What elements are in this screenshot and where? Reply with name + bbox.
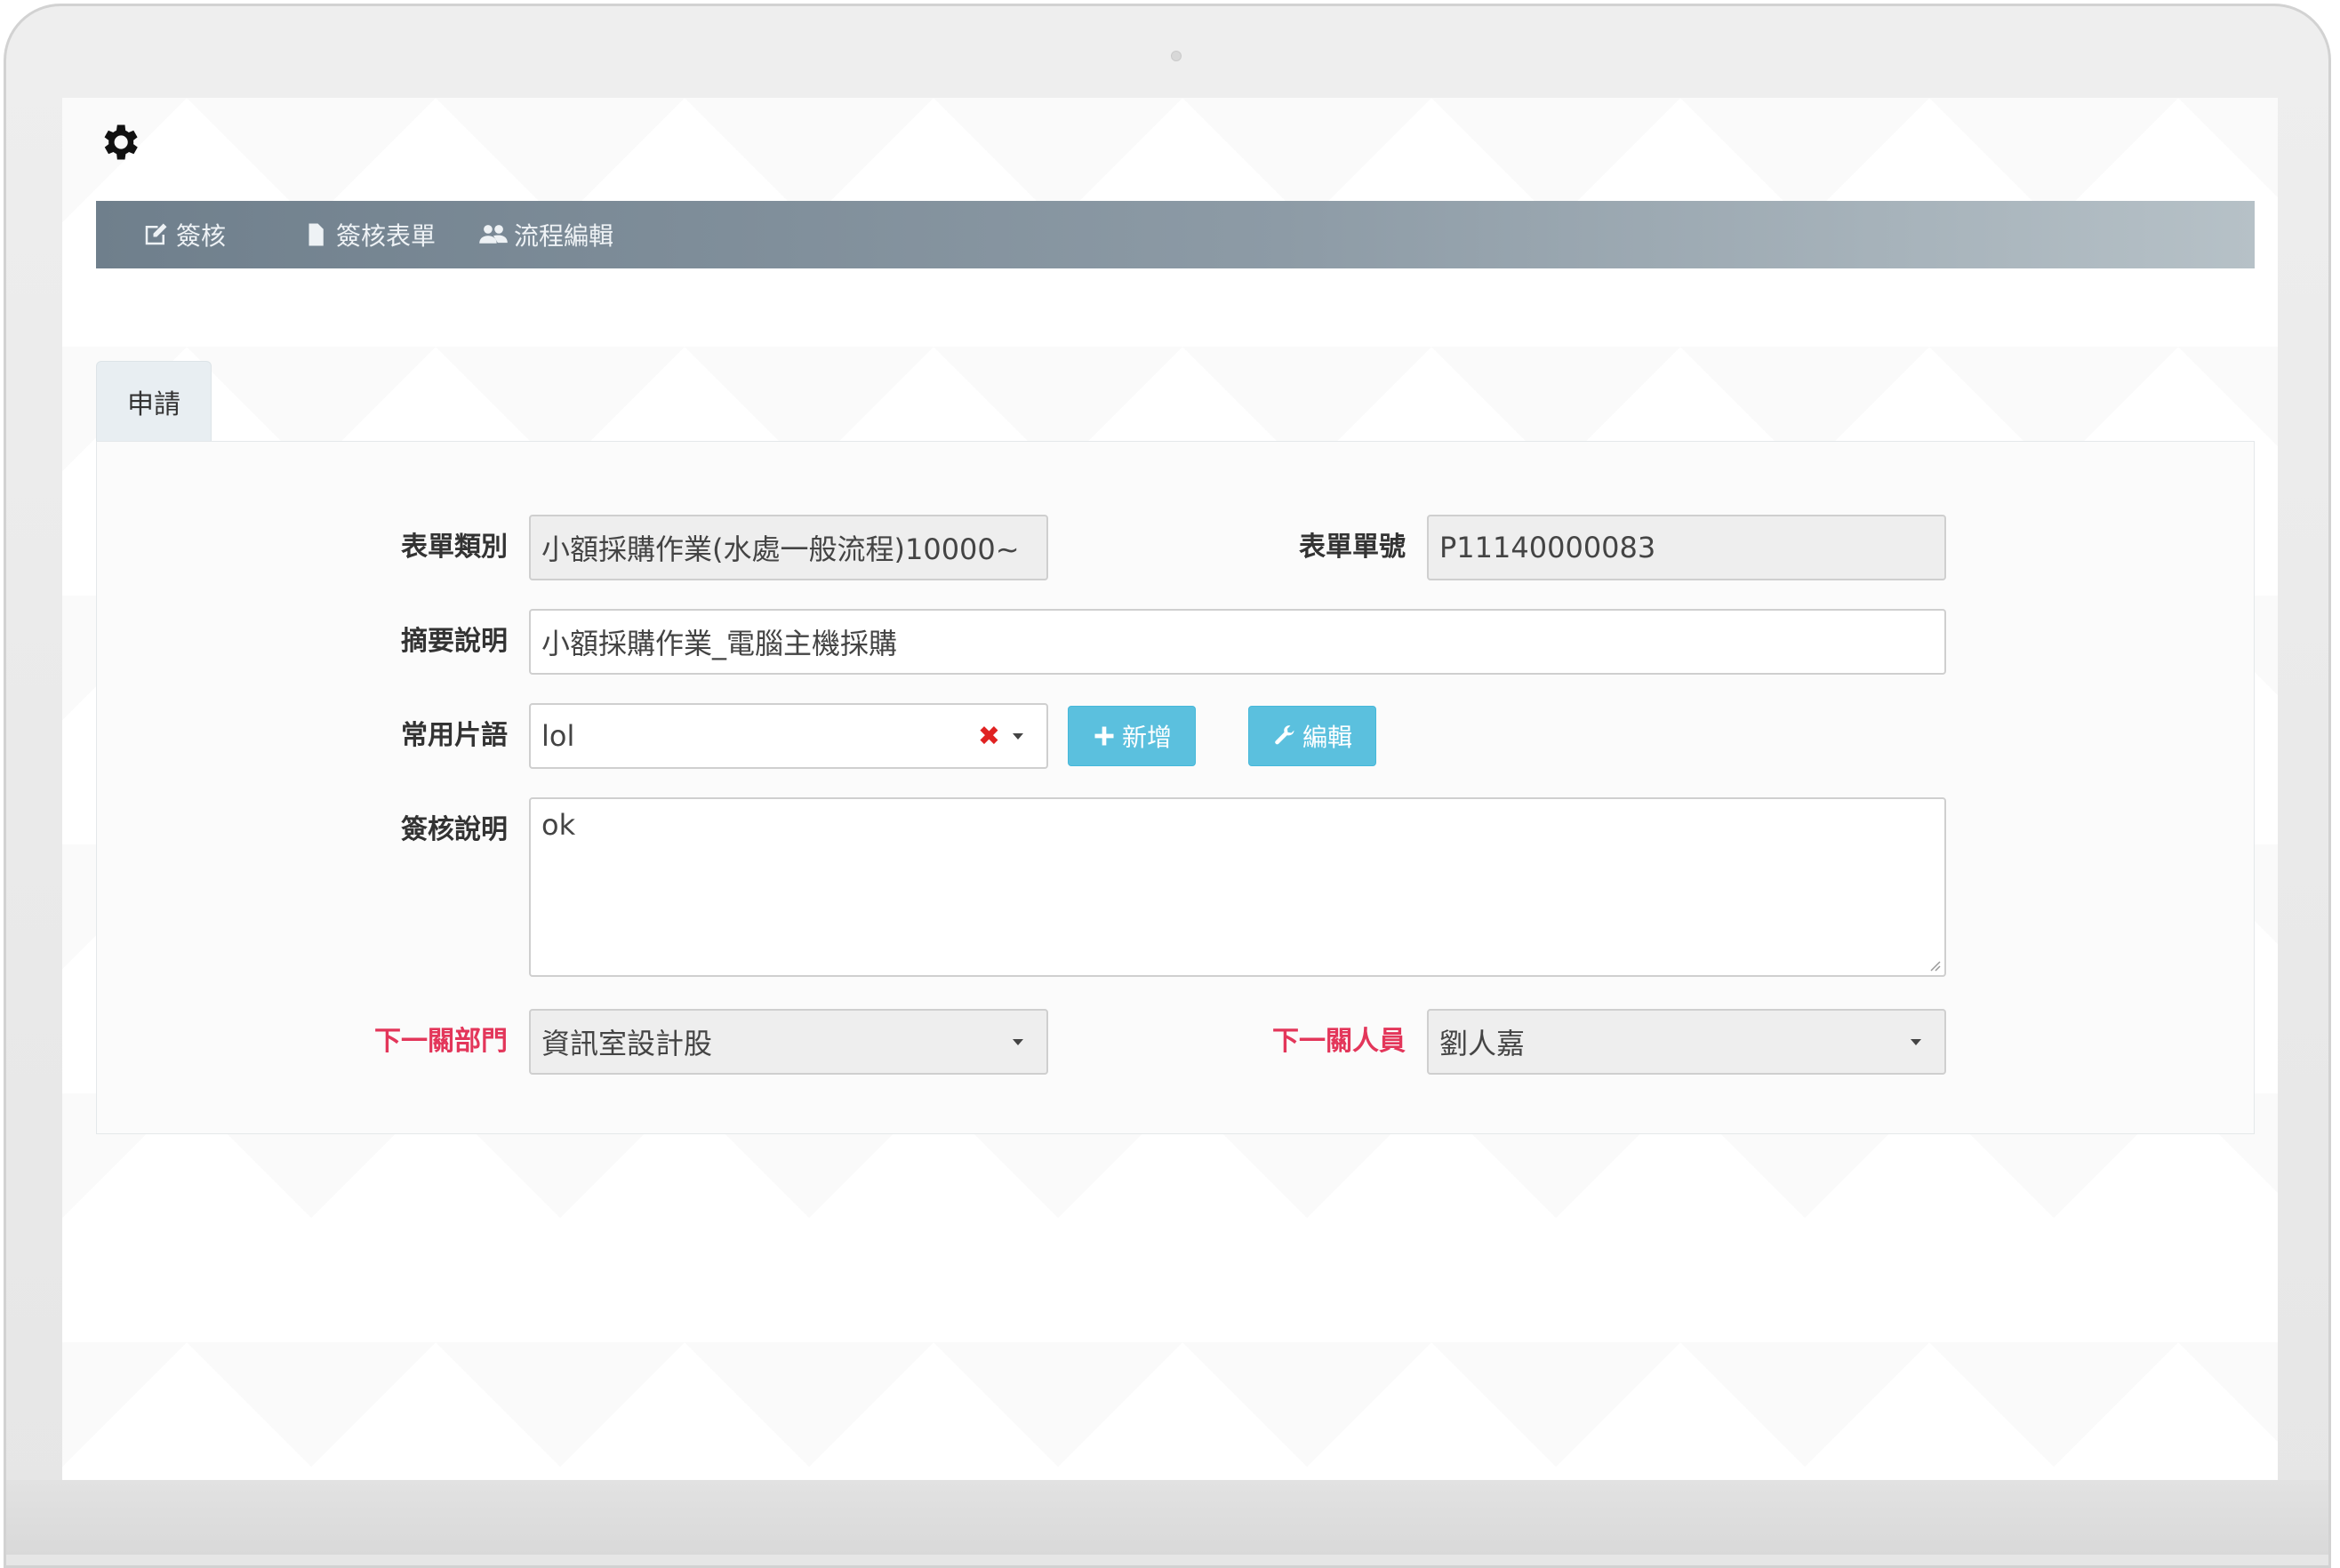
edit-button-label: 編輯 [1302, 723, 1352, 752]
next-dept-label: 下一關部門 [374, 1026, 508, 1057]
add-button[interactable]: 新增 [1068, 706, 1196, 766]
approval-note-label: 簽核說明 [401, 814, 508, 845]
form-number-field: P11140000083 [1427, 515, 1946, 580]
nav-item-sign[interactable]: 簽核 [140, 201, 301, 268]
next-person-value: 劉人嘉 [1439, 1027, 1526, 1060]
form-type-value: 小額採購作業(水處一般流程)10000~ [541, 532, 1020, 566]
top-navbar: 簽核 簽核表單 流程編輯 [96, 201, 2255, 268]
nav-item-label: 流程編輯 [514, 221, 614, 251]
phrase-value: lol [541, 719, 575, 753]
nav-item-label: 簽核表單 [336, 221, 437, 251]
tab-label: 申請 [127, 388, 180, 420]
form-type-field: 小額採購作業(水處一般流程)10000~ [529, 515, 1048, 580]
chevron-down-icon[interactable] [1911, 1038, 1921, 1045]
summary-label: 摘要說明 [401, 626, 508, 657]
app-screen: 簽核 簽核表單 流程編輯 申請 表單類別 小額採購作業(水處一般流程)10000… [62, 98, 2278, 1480]
gear-icon[interactable] [96, 119, 142, 165]
form-number-label: 表單單號 [1299, 532, 1406, 563]
edit-button[interactable]: 編輯 [1248, 706, 1376, 766]
chevron-down-icon[interactable] [1013, 732, 1023, 740]
clear-icon[interactable]: ✖ [978, 721, 1000, 752]
form-number-value: P11140000083 [1439, 531, 1656, 564]
chevron-down-icon[interactable] [1013, 1038, 1023, 1045]
laptop-chin [4, 1480, 2331, 1555]
phrase-label: 常用片語 [401, 720, 508, 751]
next-dept-value: 資訊室設計股 [541, 1027, 713, 1060]
users-icon [479, 225, 508, 244]
approval-note-textarea[interactable]: ok [529, 797, 1946, 977]
resize-handle-icon[interactable] [1927, 957, 1941, 972]
next-person-select[interactable]: 劉人嘉 [1427, 1009, 1946, 1075]
nav-item-flow-edit[interactable]: 流程編輯 [478, 201, 656, 268]
form-type-label: 表單類別 [401, 532, 508, 563]
nav-item-sign-forms[interactable]: 簽核表單 [301, 201, 478, 268]
add-button-label: 新增 [1121, 723, 1172, 752]
wrench-icon [1275, 725, 1294, 745]
form-panel: 表單類別 小額採購作業(水處一般流程)10000~ 表單單號 P11140000… [96, 441, 2255, 1134]
nav-item-label: 簽核 [176, 221, 227, 251]
summary-value: 小額採購作業_電腦主機採購 [541, 627, 898, 660]
next-dept-select[interactable]: 資訊室設計股 [529, 1009, 1048, 1075]
next-person-label: 下一關人員 [1272, 1026, 1406, 1057]
edit-icon [145, 223, 167, 245]
summary-input[interactable]: 小額採購作業_電腦主機採購 [529, 609, 1946, 675]
phrase-select[interactable]: lol ✖ [529, 703, 1048, 769]
camera [1171, 51, 1182, 61]
file-icon [309, 223, 324, 246]
plus-icon [1094, 726, 1114, 746]
tab-apply[interactable]: 申請 [96, 361, 212, 441]
approval-note-value: ok [541, 808, 576, 842]
